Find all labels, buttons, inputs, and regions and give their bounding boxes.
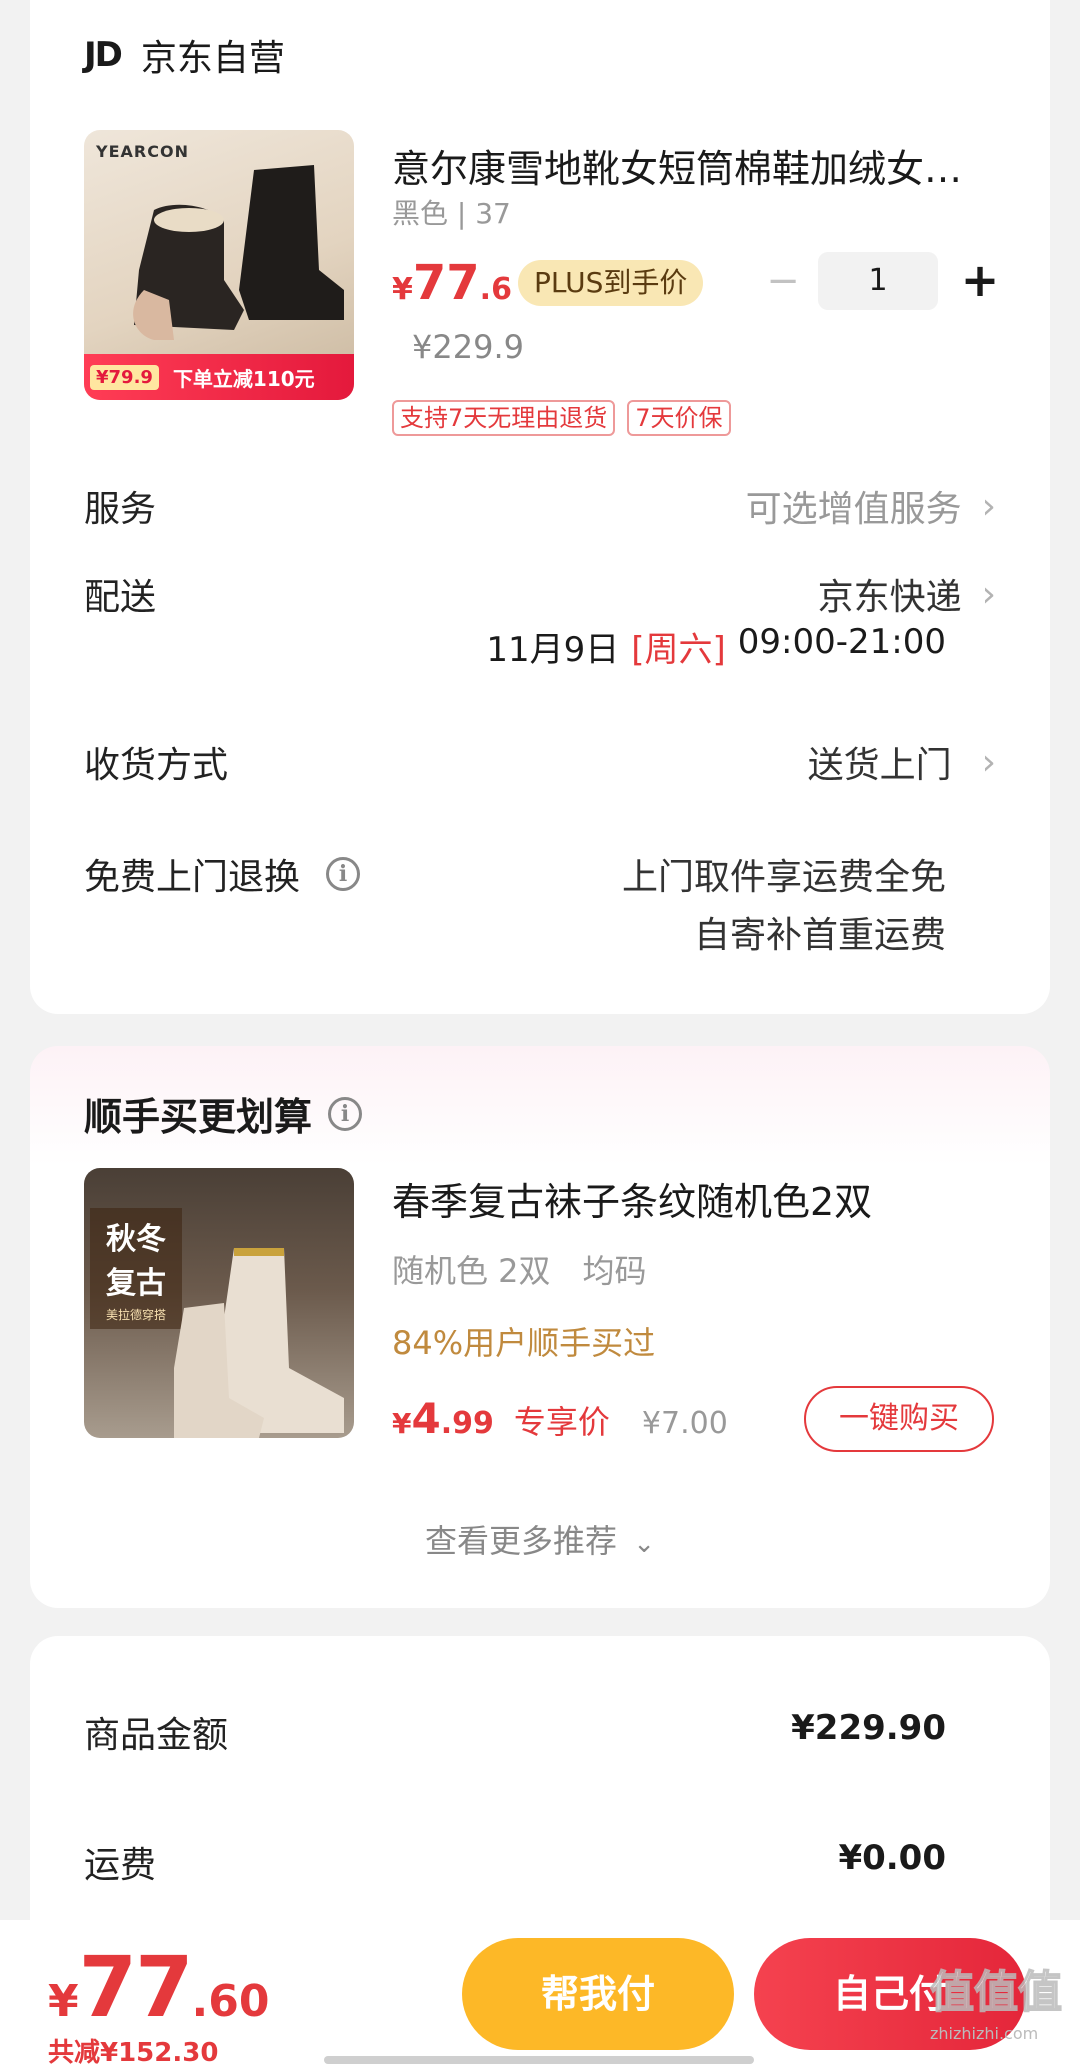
free-return-header: 免费上门退换 i	[84, 848, 361, 900]
chevron-down-icon: ⌄	[633, 1529, 655, 1559]
delivery-date: 11月9日	[486, 630, 620, 670]
total-saved: 共减¥152.30	[48, 2038, 219, 2068]
product-title[interactable]: 意尔康雪地靴女短筒棉鞋加绒女…	[392, 138, 962, 193]
shipping-value: ¥0.00	[838, 1838, 946, 1878]
quantity-plus-button[interactable]: +	[950, 250, 1010, 310]
summary-card: 商品金额 ¥229.90 运费 ¥0.00	[30, 1636, 1050, 1956]
service-label: 服务	[84, 489, 157, 530]
goods-amount-value: ¥229.90	[791, 1708, 946, 1748]
one-click-buy-button[interactable]: 一键购买	[804, 1386, 994, 1452]
original-price: ¥229.9	[412, 328, 524, 366]
total-symbol: ¥	[48, 1976, 79, 2027]
order-card: JD 京东自营 YEARCON ¥79.9 下单立减110元 意尔康雪地靴女短筒…	[30, 0, 1050, 1014]
service-row[interactable]: 可选增值服务 ›	[746, 480, 996, 532]
image-caption-3: 美拉德穿搭	[105, 1308, 166, 1322]
addon-title[interactable]: 春季复古袜子条纹随机色2双	[392, 1171, 872, 1226]
watermark-char-1: 值	[929, 1966, 975, 2019]
quantity-minus-button[interactable]: −	[758, 256, 808, 306]
store-name: 京东自营	[140, 38, 285, 79]
image-caption-box: 秋冬 复古 美拉德穿搭	[90, 1208, 182, 1329]
help-me-pay-button[interactable]: 帮我付	[462, 1938, 734, 2050]
price-integer: 77	[412, 255, 480, 311]
bottom-bar: ¥ 77 .60 共减¥152.30 帮我付 自己付 值 值 值 zhizhiz…	[0, 1920, 1080, 2069]
image-caption-1: 秋冬	[106, 1222, 166, 1257]
jd-logo-icon: JD	[84, 35, 123, 75]
info-icon[interactable]: i	[326, 857, 361, 891]
addon-price-symbol: ¥	[392, 1407, 412, 1440]
addon-card: 顺手买更划算 i 秋冬 复古 美拉德穿搭 春季复古袜子条纹随机色2双 随机色 2…	[30, 1046, 1050, 1608]
addon-specs: 随机色 2双 均码	[392, 1246, 647, 1292]
receive-value: 送货上门	[807, 745, 952, 786]
total-integer: 77	[78, 1938, 194, 2036]
product-price: ¥ 77 .6	[392, 255, 512, 311]
addon-price-integer: 4	[411, 1394, 441, 1443]
addon-original-price: ¥7.00	[641, 1406, 728, 1441]
promo-text: 下单立减110元	[172, 366, 315, 391]
watermark-logo: 值 值 值	[929, 1956, 1063, 2020]
image-caption-2: 复古	[106, 1266, 166, 1301]
chevron-right-icon: ›	[981, 741, 996, 783]
addon-spec-color: 随机色 2双	[392, 1252, 551, 1290]
product-variant[interactable]: 黑色 | 37	[392, 192, 511, 232]
price-protect-tag: 7天价保	[627, 400, 731, 436]
price-decimal: .6	[479, 272, 512, 307]
total-decimal: .60	[191, 1976, 270, 2027]
free-return-label: 免费上门退换	[84, 857, 301, 898]
info-icon[interactable]: i	[328, 1096, 363, 1131]
addon-popularity: 84%用户顺手买过	[392, 1324, 656, 1362]
return-tag: 支持7天无理由退货	[392, 400, 616, 436]
delivery-label: 配送	[84, 577, 157, 618]
service-value: 可选增值服务	[745, 489, 962, 530]
chevron-right-icon: ›	[981, 573, 996, 615]
delivery-row[interactable]: 京东快递 ›	[818, 568, 996, 620]
shipping-label: 运费	[84, 1845, 157, 1886]
product-image[interactable]: YEARCON ¥79.9 下单立减110元	[84, 130, 354, 400]
total-price: ¥ 77 .60	[48, 1938, 269, 2036]
delivery-time[interactable]: 11月9日 [周六] 09:00-21:00	[486, 622, 946, 671]
quantity-field[interactable]: 1	[818, 252, 938, 310]
goods-amount-label: 商品金额	[84, 1715, 229, 1756]
watermark-char-3: 值	[1017, 1966, 1063, 2019]
addon-product-image[interactable]: 秋冬 复古 美拉德穿搭	[84, 1168, 354, 1438]
addon-exclusive-label: 专享价	[513, 1403, 610, 1441]
delivery-value: 京东快递	[817, 577, 962, 618]
watermark-char-2: 值	[973, 1966, 1019, 2019]
boots-illustration	[133, 165, 344, 340]
store-header: JD 京东自营	[84, 30, 285, 80]
addon-heading: 顺手买更划算	[84, 1095, 313, 1139]
delivery-weekday: [周六]	[631, 630, 726, 670]
promo-price: ¥79.9	[90, 364, 159, 390]
delivery-window: 09:00-21:00	[737, 622, 946, 662]
addon-spec-size: 均码	[582, 1252, 647, 1290]
free-return-line2: 自寄补首重运费	[693, 915, 946, 956]
price-symbol: ¥	[392, 272, 413, 307]
addon-price-decimal: .99	[440, 1406, 494, 1441]
watermark-url: zhizhizhi.com	[930, 2024, 1039, 2043]
receive-label: 收货方式	[84, 745, 229, 786]
addon-header: 顺手买更划算 i	[84, 1086, 363, 1141]
receive-row[interactable]: 送货上门 ›	[808, 736, 996, 788]
plus-price-badge: PLUS到手价	[518, 260, 704, 306]
addon-price: ¥ 4 .99 专享价 ¥7.00	[392, 1394, 728, 1443]
see-more-label: 查看更多推荐	[425, 1522, 618, 1560]
socks-illustration	[174, 1248, 344, 1438]
product-tags: 支持7天无理由退货 7天价保	[392, 400, 731, 436]
see-more-button[interactable]: 查看更多推荐 ⌄	[30, 1516, 1050, 1562]
free-return-line1: 上门取件享运费全免	[621, 857, 946, 898]
product-image-promo: ¥79.9 下单立减110元	[84, 354, 354, 400]
chevron-right-icon: ›	[981, 485, 996, 527]
home-indicator[interactable]	[324, 2056, 754, 2064]
